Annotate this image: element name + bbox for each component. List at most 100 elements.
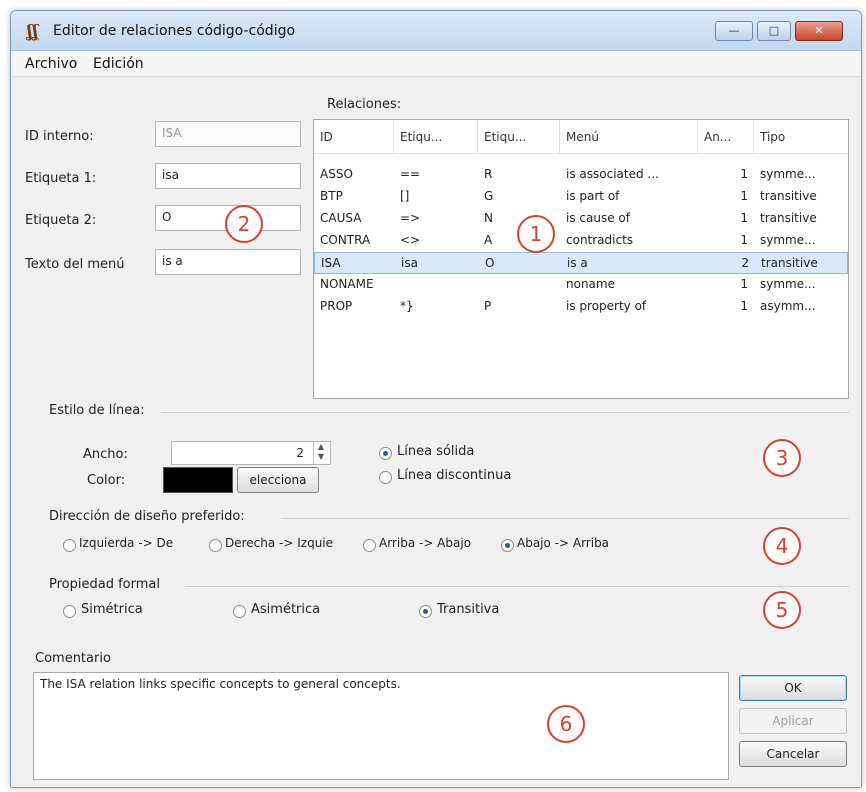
- select-color-button[interactable]: elecciona: [237, 467, 319, 493]
- title-bar[interactable]: ʆʆ Editor de relaciones código-código — …: [11, 11, 861, 51]
- label1-field[interactable]: isa: [155, 163, 301, 189]
- cell-count: 1: [740, 211, 748, 225]
- callout-marker-5: 5: [763, 591, 801, 629]
- formal-radio-symmetric[interactable]: [63, 605, 76, 618]
- cell-label1: *}: [400, 299, 414, 313]
- table-row[interactable]: CONTRA <> A contradicts 1 symme...: [314, 230, 848, 252]
- col-header-count[interactable]: An...: [698, 120, 754, 154]
- menu-text-field[interactable]: is a: [155, 249, 301, 275]
- direction-radio-bottom-top[interactable]: [501, 539, 514, 552]
- cell-id: ASSO: [320, 167, 353, 181]
- formal-label-symmetric[interactable]: Simétrica: [81, 602, 143, 617]
- col-header-id[interactable]: ID: [314, 120, 394, 154]
- label2-label: Etiqueta 2:: [25, 213, 97, 228]
- formal-label-asymmetric[interactable]: Asimétrica: [251, 602, 320, 617]
- table-row-selected[interactable]: ISA isa O is a 2 transitive: [314, 252, 848, 274]
- apply-button[interactable]: Aplicar: [739, 708, 847, 734]
- cell-menu: is cause of: [566, 211, 630, 225]
- table-row[interactable]: ASSO == R is associated ... 1 symme...: [314, 164, 848, 186]
- formal-radio-asymmetric[interactable]: [233, 605, 246, 618]
- callout-marker-4: 4: [763, 527, 801, 565]
- cell-type: asymm...: [760, 299, 816, 313]
- cancel-button[interactable]: Cancelar: [739, 741, 847, 767]
- callout-marker-2: 2: [225, 205, 263, 243]
- relation-editor-window: ʆʆ Editor de relaciones código-código — …: [10, 10, 862, 788]
- cell-menu: noname: [566, 277, 615, 291]
- cell-count: 2: [741, 256, 749, 270]
- close-button[interactable]: ✕: [795, 21, 843, 41]
- cell-type: transitive: [760, 189, 817, 203]
- col-header-type[interactable]: Tipo: [754, 120, 848, 154]
- cell-label1: =>: [400, 211, 421, 225]
- cell-id: ISA: [321, 256, 341, 270]
- menu-archivo[interactable]: Archivo: [25, 56, 77, 72]
- spinner-arrows-icon[interactable]: ▲ ▼: [313, 442, 328, 464]
- cell-count: 1: [740, 277, 748, 291]
- app-logo-icon: ʆʆ: [27, 22, 39, 42]
- cell-count: 1: [740, 299, 748, 313]
- menu-edicion[interactable]: Edición: [93, 56, 144, 72]
- direction-divider: [281, 518, 849, 519]
- menu-text-label: Texto del menú: [25, 257, 125, 272]
- dashed-line-radio[interactable]: [379, 471, 392, 484]
- cell-menu: is property of: [566, 299, 647, 313]
- formal-property-divider: [185, 586, 849, 587]
- cell-label1: [394, 274, 478, 296]
- cell-type: transitive: [760, 211, 817, 225]
- comment-textarea[interactable]: The ISA relation links specific concepts…: [33, 672, 729, 780]
- cell-id: BTP: [320, 189, 343, 203]
- direction-label-top-bottom[interactable]: Arriba -> Abajo: [379, 536, 471, 550]
- table-row[interactable]: NONAME noname 1 symme...: [314, 274, 848, 296]
- relations-title: Relaciones:: [327, 97, 402, 112]
- line-style-title: Estilo de línea:: [49, 403, 145, 418]
- dashed-line-label[interactable]: Línea discontinua: [397, 468, 511, 483]
- cell-menu: is a: [567, 256, 588, 270]
- direction-radio-top-bottom[interactable]: [363, 539, 376, 552]
- cell-label2: R: [484, 167, 493, 181]
- cell-label1: <>: [400, 233, 421, 247]
- cell-count: 1: [740, 189, 748, 203]
- cell-label1: isa: [401, 256, 418, 270]
- solid-line-label[interactable]: Línea sólida: [397, 444, 474, 459]
- direction-label-right-left[interactable]: Derecha -> Izquie: [225, 536, 333, 550]
- callout-marker-3: 3: [763, 439, 801, 477]
- callout-marker-1: 1: [517, 215, 555, 253]
- cell-id: PROP: [320, 299, 353, 313]
- col-header-label1[interactable]: Etiqu...: [394, 120, 478, 154]
- direction-label-bottom-top[interactable]: Abajo -> Arriba: [517, 536, 609, 550]
- col-header-label2[interactable]: Etiqu...: [478, 120, 560, 154]
- table-row[interactable]: BTP [] G is part of 1 transitive: [314, 186, 848, 208]
- formal-radio-transitive[interactable]: [419, 605, 432, 618]
- cell-type: symme...: [760, 277, 816, 291]
- cell-count: 1: [740, 233, 748, 247]
- cell-menu: is part of: [566, 189, 620, 203]
- cell-menu: contradicts: [566, 233, 634, 247]
- window-title: Editor de relaciones código-código: [53, 23, 296, 39]
- cell-type: symme...: [760, 233, 816, 247]
- comment-title: Comentario: [35, 651, 111, 666]
- formal-label-transitive[interactable]: Transitiva: [437, 602, 499, 617]
- cell-label1: []: [400, 189, 410, 203]
- col-header-menu[interactable]: Menú: [560, 120, 698, 154]
- line-width-spinner[interactable]: 2: [171, 441, 331, 465]
- cell-label2: P: [484, 299, 492, 313]
- cell-label2: G: [484, 189, 494, 203]
- direction-radio-right-left[interactable]: [209, 539, 222, 552]
- cell-id: CAUSA: [320, 211, 362, 225]
- cell-type: transitive: [761, 256, 818, 270]
- formal-property-title: Propiedad formal: [49, 577, 160, 592]
- minimize-button[interactable]: —: [715, 21, 753, 41]
- direction-label-left-right[interactable]: Izquierda -> De: [79, 536, 173, 550]
- ok-button[interactable]: OK: [739, 675, 847, 701]
- maximize-button[interactable]: □: [757, 21, 791, 41]
- internal-id-label: ID interno:: [25, 129, 94, 144]
- line-color-swatch[interactable]: [163, 467, 233, 493]
- relations-table[interactable]: ID Etiqu... Etiqu... Menú An... Tipo ASS…: [313, 119, 849, 399]
- table-row[interactable]: PROP *} P is property of 1 asymm...: [314, 296, 848, 318]
- table-row[interactable]: CAUSA => N is cause of 1 transitive: [314, 208, 848, 230]
- cell-type: symme...: [760, 167, 816, 181]
- direction-radio-left-right[interactable]: [63, 539, 76, 552]
- internal-id-field[interactable]: ISA: [155, 121, 301, 147]
- solid-line-radio[interactable]: [379, 447, 392, 460]
- line-style-divider: [161, 412, 849, 413]
